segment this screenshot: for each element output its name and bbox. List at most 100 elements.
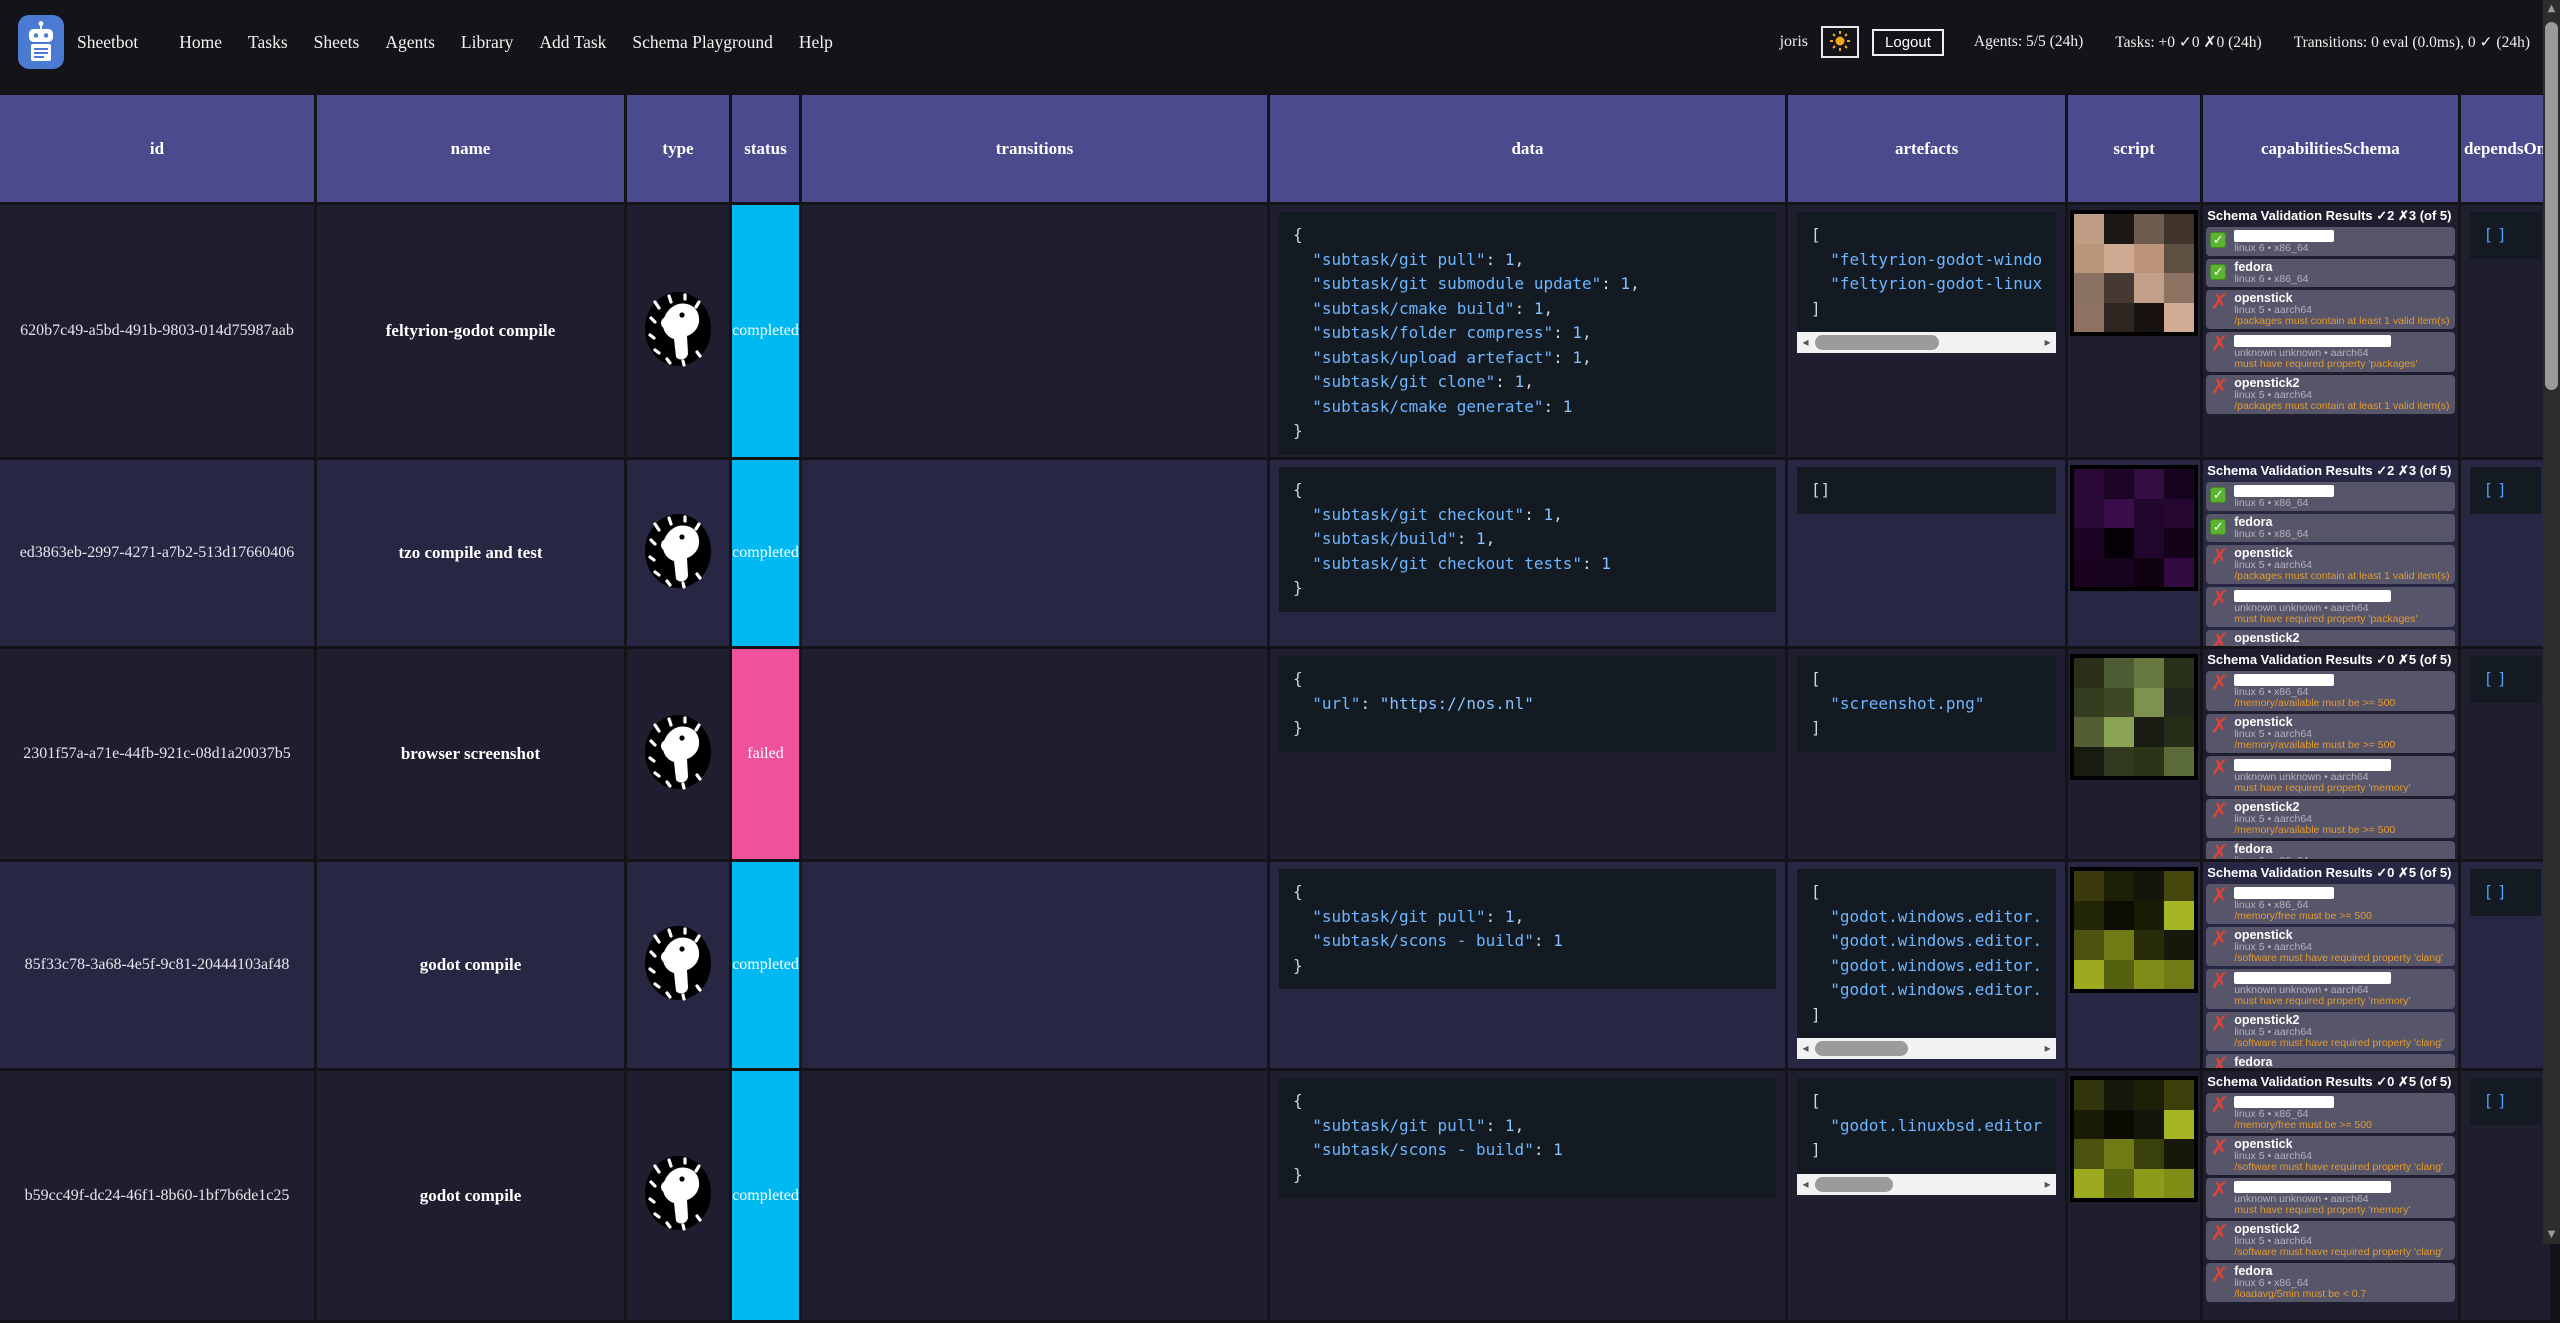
nav-item-help[interactable]: Help (786, 32, 846, 53)
cell-artefacts: [ "godot.windows.editor. "godot.windows.… (1788, 862, 2068, 1071)
cross-icon: ✗ (2210, 1263, 2228, 1288)
cell-type (627, 649, 732, 862)
depends-on-block: [] (2470, 212, 2541, 259)
main-nav: HomeTasksSheetsAgentsLibraryAdd TaskSche… (166, 32, 846, 53)
cell-name: tzo compile and test (317, 460, 627, 649)
scroll-up-arrow-icon[interactable]: ▲ (2543, 3, 2560, 14)
validation-error: /packages must contain at least 1 valid … (2234, 401, 2449, 412)
agents-stat: Agents: 5/5 (24h) (1974, 33, 2083, 51)
redacted-name (2234, 1096, 2334, 1108)
artefacts-horizontal-scrollbar[interactable]: ◂▸ (1797, 1174, 2056, 1195)
validation-error: /memory/available must be >= 500 (2234, 698, 2449, 709)
horizontal-scrollbar-thumb[interactable] (1815, 335, 1939, 350)
cross-icon: ✗ (2210, 375, 2228, 400)
script-texture-image (2070, 654, 2198, 780)
schema-entry: ✗opensticklinux 5 • aarch64/packages mus… (2206, 545, 2454, 584)
validation-error: /memory/free must be >= 500 (2234, 911, 2449, 922)
redacted-name (2234, 887, 2334, 899)
cell-transitions (802, 205, 1270, 460)
scroll-left-arrow-icon[interactable]: ◂ (1798, 332, 1813, 353)
cell-transitions (802, 1071, 1270, 1323)
horizontal-scrollbar-thumb[interactable] (1815, 1041, 1908, 1056)
cell-id: 85f33c78-3a68-4e5f-9c81-20444103af48 (0, 862, 317, 1071)
column-header-capabilitiesSchema: capabilitiesSchema (2203, 95, 2460, 205)
sheetbot-logo-icon[interactable] (18, 15, 64, 69)
task-name: godot compile (420, 1186, 522, 1206)
cell-status: completed (732, 205, 802, 460)
schema-entry: ✗unknown unknown • aarch64must have requ… (2206, 587, 2454, 627)
artefacts-horizontal-scrollbar[interactable]: ◂▸ (1797, 332, 2056, 353)
script-texture-image (2070, 210, 2198, 336)
brand-title[interactable]: Sheetbot (77, 32, 138, 53)
nav-item-agents[interactable]: Agents (372, 32, 448, 53)
cell-data: { "subtask/git pull": 1, "subtask/scons … (1270, 1071, 1788, 1323)
script-texture-image (2070, 1076, 2198, 1202)
schema-results-title: Schema Validation Results ✓0 ✗5 (of 5) (2206, 651, 2454, 671)
schema-entry: ✗fedoralinux 6 • x86_64/loadavg/5min mus… (2206, 1263, 2454, 1302)
table-row: ed3863eb-2997-4271-a7b2-513d17660406tzo … (0, 460, 2553, 649)
sun-icon (1830, 31, 1850, 54)
validation-error: /memory/available must be >= 500 (2234, 825, 2449, 836)
nav-item-library[interactable]: Library (448, 32, 526, 53)
scroll-right-arrow-icon[interactable]: ▸ (2040, 1174, 2055, 1195)
data-json-block: { "subtask/git pull": 1, "subtask/scons … (1279, 1078, 1776, 1198)
schema-validation-results: Schema Validation Results ✓0 ✗5 (of 5)✗l… (2206, 651, 2454, 859)
cell-id: ed3863eb-2997-4271-a7b2-513d17660406 (0, 460, 317, 649)
vertical-scrollbar[interactable]: ▲ ▼ (2543, 0, 2560, 1244)
cell-id: 2301f57a-a71e-44fb-921c-08d1a20037b5 (0, 649, 317, 862)
dodo-icon (641, 924, 715, 1007)
scroll-right-arrow-icon[interactable]: ▸ (2040, 1038, 2055, 1059)
nav-item-tasks[interactable]: Tasks (235, 32, 301, 53)
column-header-status: status (732, 95, 802, 205)
validation-error: /loadavg/5min must be < 0.7 (2234, 1289, 2449, 1300)
scroll-down-arrow-icon[interactable]: ▼ (2543, 1229, 2560, 1240)
schema-results-title: Schema Validation Results ✓2 ✗3 (of 5) (2206, 462, 2454, 482)
cell-script (2068, 1071, 2203, 1323)
agent-platform: linux 6 • x86_64 (2234, 243, 2449, 254)
cross-icon: ✗ (2210, 1012, 2228, 1037)
cell-capabilities-schema: Schema Validation Results ✓2 ✗3 (of 5) ✓ l… (2203, 205, 2460, 460)
check-icon: ✓ (2210, 264, 2226, 280)
horizontal-scrollbar-thumb[interactable] (1815, 1177, 1893, 1192)
table-row: 2301f57a-a71e-44fb-921c-08d1a20037b5brow… (0, 649, 2553, 862)
validation-error: /packages must contain at least 1 valid … (2234, 571, 2449, 582)
cell-data: { "url": "https://nos.nl" } (1270, 649, 1788, 862)
validation-error: must have required property 'memory' (2234, 1205, 2449, 1216)
scroll-left-arrow-icon[interactable]: ◂ (1798, 1038, 1813, 1059)
cell-type (627, 205, 732, 460)
scroll-left-arrow-icon[interactable]: ◂ (1798, 1174, 1813, 1195)
transitions-stat: Transitions: 0 eval (0.0ms), 0 ✓ (24h) (2294, 33, 2530, 52)
data-json-block: { "subtask/git pull": 1, "subtask/scons … (1279, 869, 1776, 989)
scroll-right-arrow-icon[interactable]: ▸ (2040, 332, 2055, 353)
depends-on-block: [] (2470, 656, 2541, 703)
column-header-artefacts: artefacts (1788, 95, 2068, 205)
validation-error: must have required property 'memory' (2234, 996, 2449, 1007)
logout-button[interactable]: Logout (1872, 29, 1944, 56)
schema-results-title: Schema Validation Results ✓0 ✗5 (of 5) (2206, 864, 2454, 884)
schema-validation-results: Schema Validation Results ✓2 ✗3 (of 5) ✓ l… (2206, 207, 2454, 414)
nav-item-schema-playground[interactable]: Schema Playground (619, 32, 785, 53)
script-texture-image (2070, 867, 2198, 993)
schema-results-title: Schema Validation Results ✓2 ✗3 (of 5) (2206, 207, 2454, 227)
cell-artefacts: [ "screenshot.png" ] (1788, 649, 2068, 862)
nav-item-sheets[interactable]: Sheets (301, 32, 373, 53)
validation-error: /software must have required property 'c… (2234, 953, 2449, 964)
redacted-name (2234, 1181, 2391, 1193)
redacted-name (2234, 674, 2334, 686)
nav-item-add-task[interactable]: Add Task (526, 32, 619, 53)
agent-platform: linux 6 • x86_64 (2234, 529, 2449, 540)
cell-data: { "subtask/git pull": 1, "subtask/git su… (1270, 205, 1788, 460)
agent-name: openstick2 (2234, 1013, 2449, 1027)
dodo-icon (641, 713, 715, 796)
vertical-scrollbar-thumb[interactable] (2545, 22, 2558, 390)
status-label: completed (732, 956, 799, 974)
schema-entry: ✗openstick2linux 5 • aarch64/packages mu… (2206, 375, 2454, 414)
artefacts-horizontal-scrollbar[interactable]: ◂▸ (1797, 1038, 2056, 1059)
theme-toggle-button[interactable] (1821, 26, 1859, 58)
task-id: 85f33c78-3a68-4e5f-9c81-20444103af48 (25, 956, 290, 974)
redacted-name (2234, 335, 2391, 347)
cell-script (2068, 862, 2203, 1071)
schema-entry: ✗openstick2linux 5 • aarch64/software mu… (2206, 1221, 2454, 1260)
nav-item-home[interactable]: Home (166, 32, 235, 53)
validation-error: /memory/available must be >= 500 (2234, 740, 2449, 751)
